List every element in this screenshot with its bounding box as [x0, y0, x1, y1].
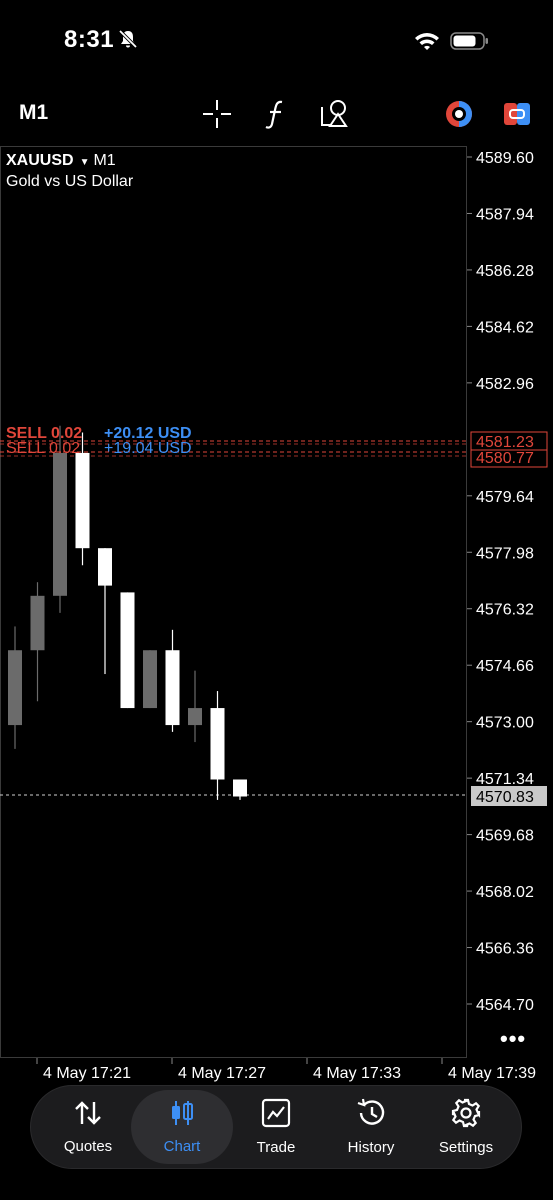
price-tick-label: 4579.64	[476, 489, 534, 506]
nav-label: Quotes	[63, 1138, 113, 1155]
order-price-label: 4581.23	[476, 434, 534, 451]
candles-group	[8, 425, 247, 800]
price-axis: 4589.60 4587.94 4586.28 4584.62 4582.96 4579.…	[467, 150, 534, 1014]
price-tick-label: 4564.70	[476, 997, 534, 1014]
price-tick-label: 4576.32	[476, 602, 534, 619]
candle-body	[120, 592, 135, 709]
more-icon[interactable]: •••	[500, 1026, 526, 1052]
time-tick-label: 4 May 17:21	[43, 1065, 131, 1082]
nav-settings[interactable]: Settings	[415, 1090, 517, 1164]
price-tick-label: 4587.94	[476, 206, 534, 223]
price-tick-label: 4589.60	[476, 150, 534, 167]
symbol-name: XAUUSD	[6, 152, 74, 169]
candle-body	[53, 452, 67, 596]
nav-label: History	[347, 1139, 395, 1156]
bottom-nav: Quotes Chart Trade History Settings	[30, 1085, 522, 1169]
nav-label: Trade	[256, 1139, 296, 1156]
price-tick-label: 4584.62	[476, 319, 534, 336]
candlestick-icon	[167, 1099, 197, 1132]
order-side-label[interactable]: SELL 0.02	[6, 440, 80, 457]
nav-chart[interactable]: Chart	[131, 1090, 233, 1164]
price-tick-label: 4571.34	[476, 771, 534, 788]
candle-body	[98, 548, 112, 586]
price-tick-label: 4569.68	[476, 828, 534, 845]
candle-body	[165, 650, 180, 726]
history-icon	[355, 1098, 387, 1133]
caret-down-icon: ▼	[79, 157, 90, 168]
price-tick-label: 4573.00	[476, 715, 534, 732]
trade-chart-icon	[261, 1098, 291, 1133]
symbol-timeframe: M1	[93, 152, 116, 169]
price-tick-label: 4566.36	[476, 941, 534, 958]
current-price-label: 4570.83	[476, 789, 534, 806]
candle-body	[233, 779, 247, 797]
price-tick-label: 4574.66	[476, 658, 534, 675]
nav-quotes[interactable]: Quotes	[37, 1090, 139, 1164]
candle-body	[75, 452, 90, 549]
price-tick-label: 4577.98	[476, 545, 534, 562]
time-tick-label: 4 May 17:39	[448, 1065, 536, 1082]
quotes-icon	[73, 1099, 103, 1132]
nav-history[interactable]: History	[320, 1090, 422, 1164]
candle-body	[30, 595, 45, 651]
time-tick-label: 4 May 17:33	[313, 1065, 401, 1082]
time-axis: 4 May 17:21 4 May 17:27 4 May 17:33 4 May 1…	[36, 1058, 536, 1082]
nav-label: Settings	[438, 1139, 494, 1156]
symbol-header[interactable]: XAUUSD ▼ M1	[6, 152, 116, 170]
price-tick-label: 4568.02	[476, 884, 534, 901]
gear-icon	[451, 1098, 481, 1133]
nav-label: Chart	[163, 1138, 201, 1155]
order-profit-label[interactable]: +19.04 USD	[104, 440, 192, 457]
candle-body	[210, 708, 225, 780]
candle-body	[143, 650, 157, 709]
nav-trade[interactable]: Trade	[225, 1090, 327, 1164]
candle-body	[188, 708, 202, 726]
symbol-description: Gold vs US Dollar	[6, 173, 134, 190]
order-price-label: 4580.77	[476, 450, 534, 467]
time-tick-label: 4 May 17:27	[178, 1065, 266, 1082]
candle-body	[8, 650, 22, 726]
price-tick-label: 4582.96	[476, 376, 534, 393]
price-tick-label: 4586.28	[476, 263, 534, 280]
